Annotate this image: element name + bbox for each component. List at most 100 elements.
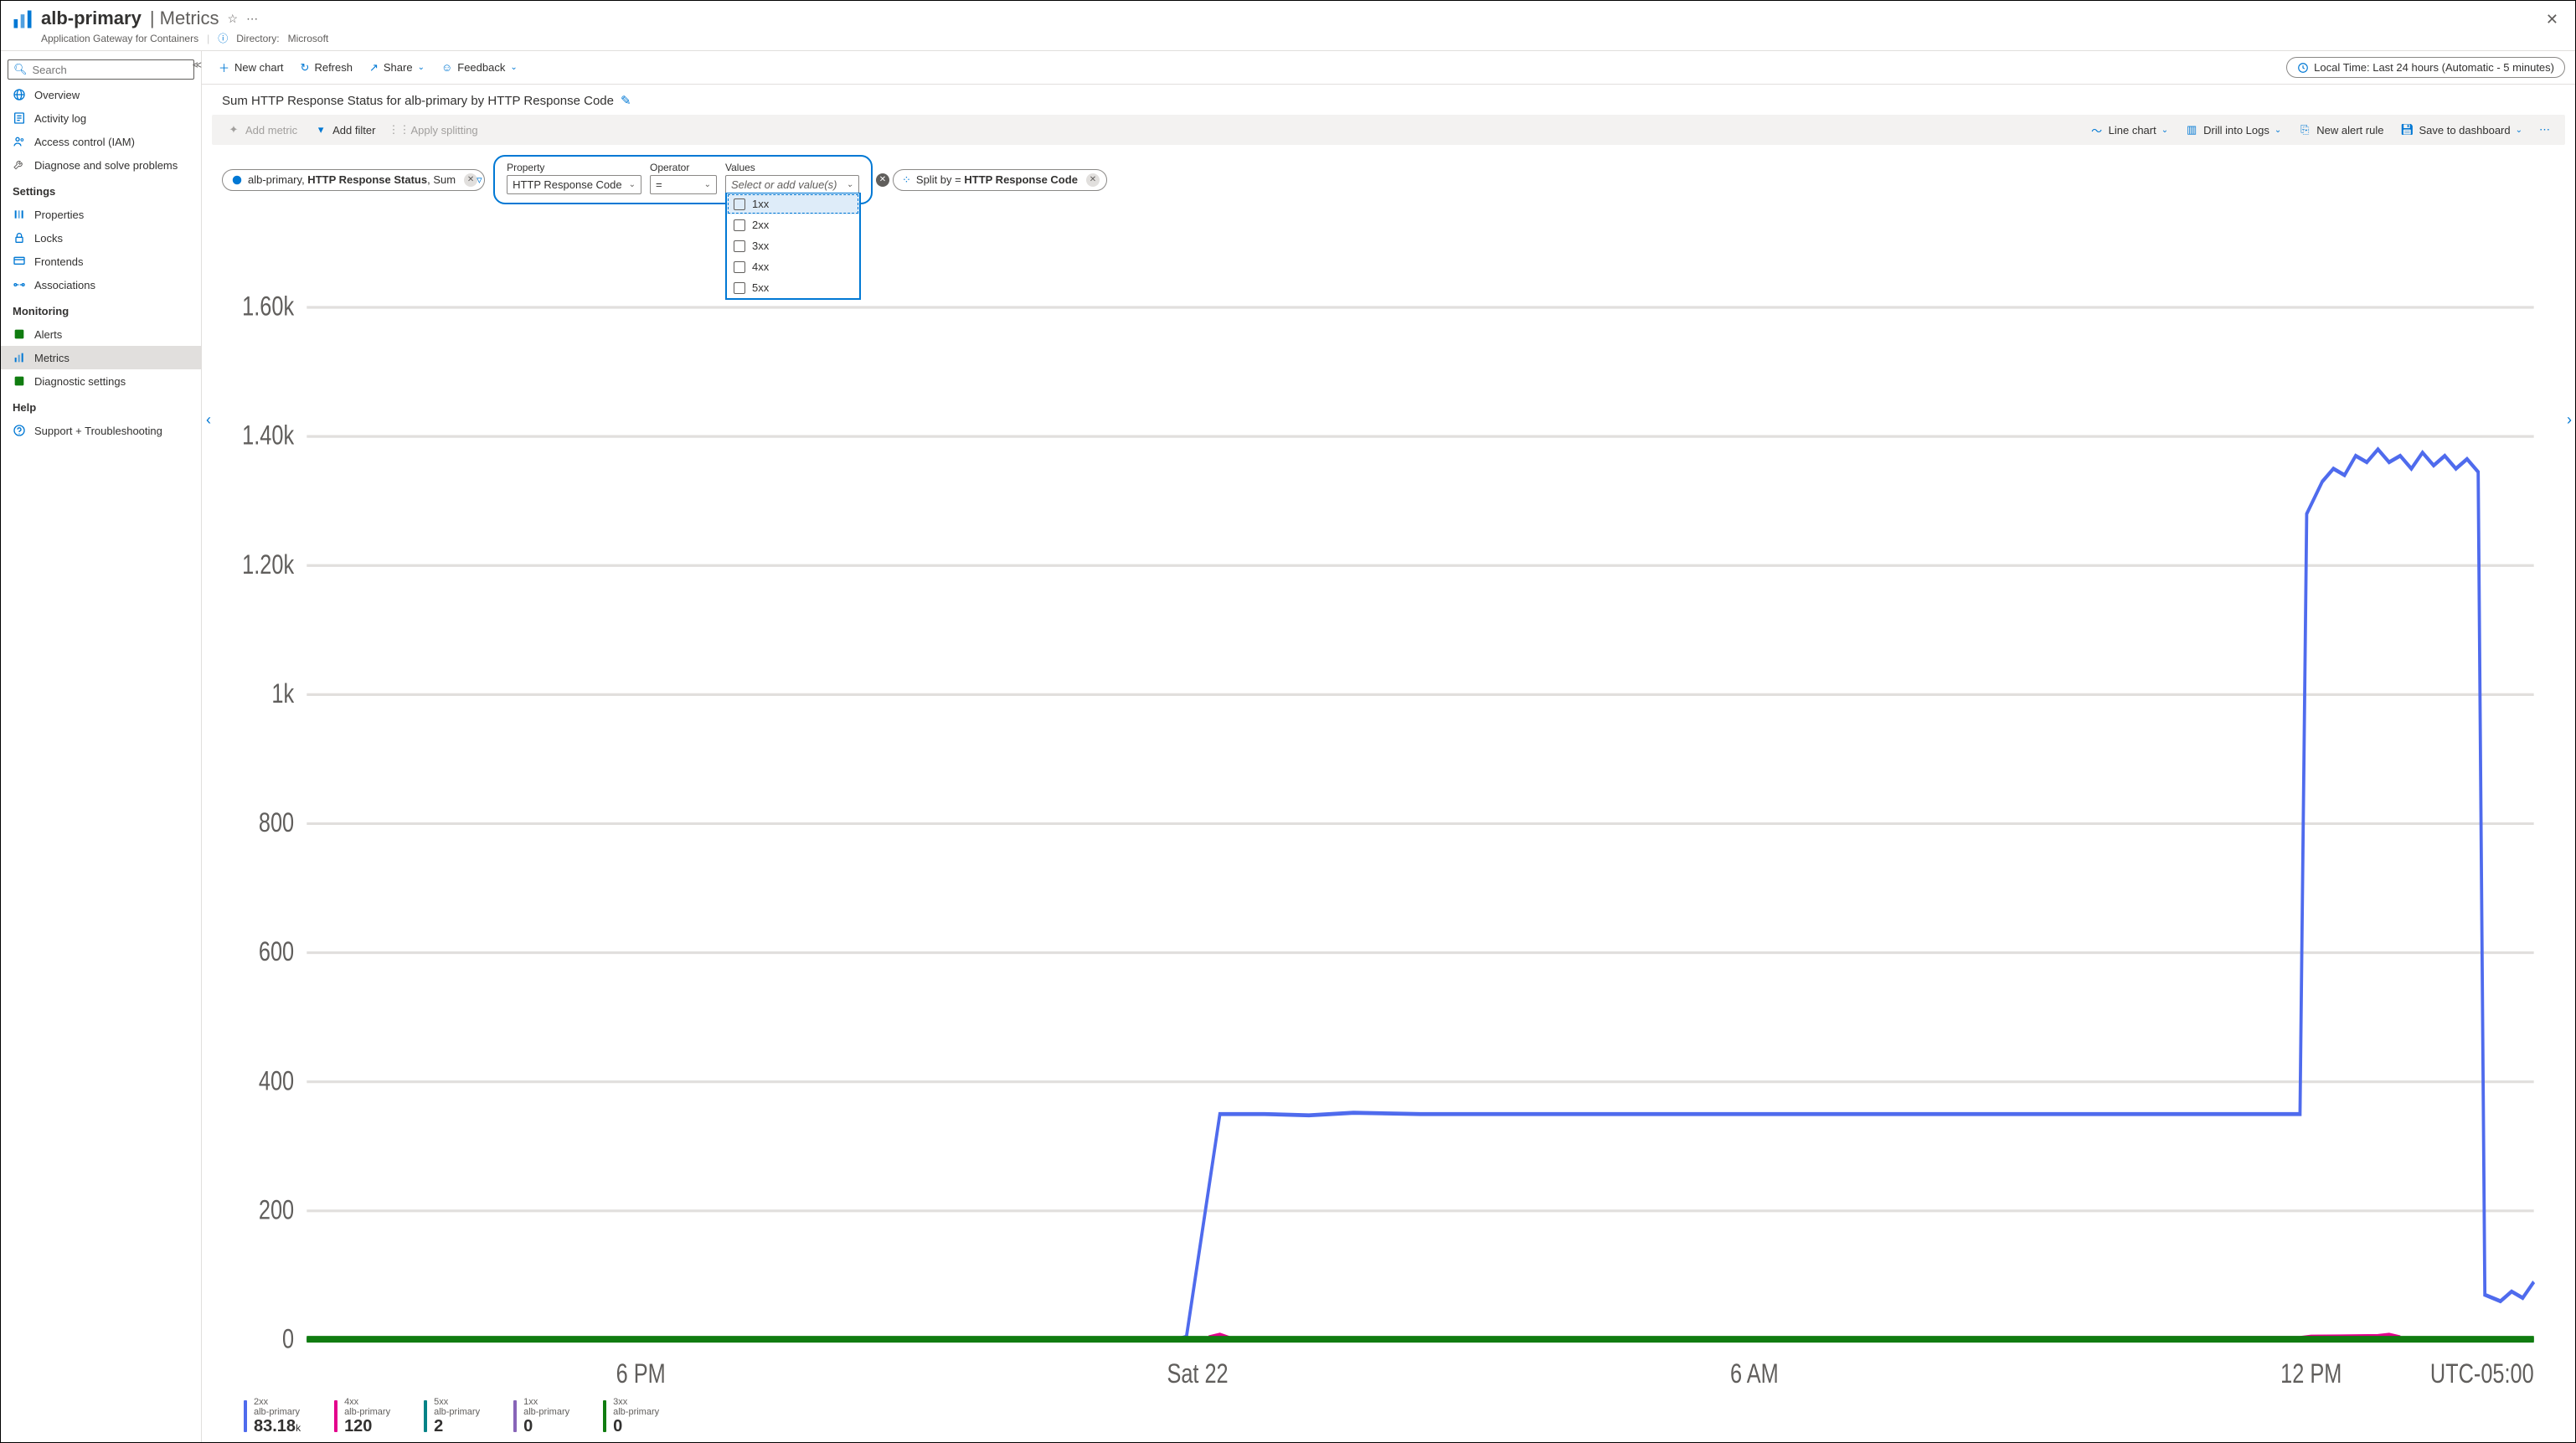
sidebar-item-frontends[interactable]: Frontends [1, 250, 201, 273]
filter-operator-select[interactable]: =⌄ [650, 175, 717, 194]
chevron-down-icon: ⌄ [847, 180, 853, 189]
share-button[interactable]: ↗Share⌄ [363, 58, 431, 78]
chevron-down-icon: ⌄ [418, 63, 425, 72]
favorite-star-icon[interactable]: ☆ [228, 12, 239, 26]
checkbox-icon [734, 282, 745, 294]
content-expand-chevron-icon[interactable]: › [2567, 411, 2572, 429]
metrics-resource-icon [11, 8, 34, 31]
nav-label: Diagnose and solve problems [34, 159, 178, 172]
chart-more-button[interactable]: ⋯ [2532, 120, 2557, 140]
option-label: 5xx [752, 281, 769, 294]
legend-value: 83.18k [254, 1417, 301, 1435]
section-monitoring: Monitoring [1, 296, 201, 322]
nav-label: Associations [34, 279, 95, 291]
add-filter-button[interactable]: ▾Add filter [307, 120, 382, 140]
remove-filter-icon[interactable]: ✕ [876, 173, 889, 187]
filter-values-select[interactable]: Select or add value(s)⌄ [725, 175, 859, 194]
resource-type: Application Gateway for Containers [41, 33, 198, 44]
drill-logs-button[interactable]: ▥Drill into Logs⌄ [2178, 120, 2288, 140]
sidebar-search[interactable]: 🔍︎ [8, 59, 194, 80]
chart-toolbar: ✦Add metric ▾Add filter ⋮⋮Apply splittin… [212, 115, 2565, 145]
ellipsis-icon: ⋯ [2539, 123, 2550, 137]
add-metric-button[interactable]: ✦Add metric [220, 120, 304, 140]
remove-metric-icon[interactable]: ✕ [464, 173, 477, 187]
chevron-down-icon: ⌄ [2161, 126, 2168, 135]
filter-value-option-2xx[interactable]: 2xx [727, 214, 859, 235]
refresh-button[interactable]: ↻Refresh [294, 58, 359, 78]
info-icon[interactable]: ⓘ [218, 31, 228, 45]
save-dashboard-button[interactable]: 💾︎Save to dashboard⌄ [2393, 120, 2529, 140]
chart-type-button[interactable]: 〜Line chart⌄ [2084, 120, 2175, 140]
sidebar-item-support-troubleshooting[interactable]: Support + Troubleshooting [1, 419, 201, 442]
close-blade-icon[interactable]: ✕ [2539, 8, 2565, 32]
header-more-icon[interactable]: ⋯ [246, 12, 258, 26]
sidebar-item-metrics[interactable]: Metrics [1, 346, 201, 369]
legend-item-5xx[interactable]: 5xxalb-primary2 [424, 1397, 480, 1435]
new-alert-button[interactable]: ⎘New alert rule [2291, 120, 2390, 140]
alert-icon: ⎘ [2298, 123, 2311, 137]
svg-text:600: 600 [259, 937, 294, 966]
new-chart-button[interactable]: ＋New chart [212, 56, 291, 79]
resource-icon [231, 174, 243, 186]
globe-icon [13, 88, 26, 101]
sidebar-item-alerts[interactable]: Alerts [1, 322, 201, 346]
sidebar-collapse-icon[interactable]: ≪ [192, 59, 202, 70]
sidebar-item-activity-log[interactable]: Activity log [1, 106, 201, 130]
option-label: 1xx [752, 198, 769, 210]
checkbox-icon [734, 219, 745, 231]
split-pill[interactable]: ⁘ Split by = HTTP Response Code ✕ [893, 169, 1107, 191]
sidebar-item-overview[interactable]: Overview [1, 83, 201, 106]
legend-item-4xx[interactable]: 4xxalb-primary120 [334, 1397, 390, 1435]
directory-label: Directory: [236, 33, 279, 44]
add-metric-icon: ✦ [227, 123, 240, 137]
scatter-icon: ⁘ [902, 173, 911, 187]
svg-text:200: 200 [259, 1196, 294, 1225]
funnel-icon: ▿ [477, 173, 482, 187]
filter-value-option-3xx[interactable]: 3xx [727, 235, 859, 256]
chart-plot-area[interactable]: 02004006008001k1.20k1.40k1.60k6 PMSat 22… [222, 216, 2555, 1394]
sidebar-item-locks[interactable]: Locks [1, 226, 201, 250]
props-icon [13, 208, 26, 221]
checkbox-icon [734, 198, 745, 210]
diag-icon [13, 374, 26, 388]
filter-value-option-1xx[interactable]: 1xx [727, 193, 859, 214]
line-chart-icon: 〜 [2090, 123, 2104, 137]
clock-icon [2297, 62, 2309, 74]
filter-value-option-5xx[interactable]: 5xx [727, 277, 859, 298]
legend-resource: alb-primary [523, 1407, 569, 1417]
legend-value: 2 [434, 1417, 480, 1435]
search-input[interactable] [33, 64, 188, 76]
sidebar-item-diagnose-and-solve-problems[interactable]: Diagnose and solve problems [1, 153, 201, 177]
blade-header: alb-primary | Metrics ☆ ⋯ Application Ga… [1, 1, 2575, 51]
svg-text:UTC-05:00: UTC-05:00 [2430, 1359, 2534, 1389]
sidebar-item-associations[interactable]: Associations [1, 273, 201, 296]
metric-pill[interactable]: alb-primary, HTTP Response Status, Sum ✕ [222, 169, 485, 191]
filter-value-option-4xx[interactable]: 4xx [727, 256, 859, 277]
frontends-icon [13, 255, 26, 268]
filter-panel: ▿ Property HTTP Response Code⌄ Operator … [493, 155, 873, 204]
legend-color-swatch [603, 1400, 606, 1432]
filter-values-dropdown: 1xx 2xx3xx4xx 5xx [725, 193, 861, 300]
time-range-picker[interactable]: Local Time: Last 24 hours (Automatic - 5… [2286, 57, 2565, 78]
legend-series-name: 1xx [523, 1397, 569, 1407]
legend-value: 0 [523, 1417, 569, 1435]
sidebar-item-diagnostic-settings[interactable]: Diagnostic settings [1, 369, 201, 393]
logs-icon: ▥ [2185, 123, 2198, 137]
filter-property-select[interactable]: HTTP Response Code⌄ [507, 175, 641, 194]
legend-resource: alb-primary [254, 1407, 301, 1417]
svg-text:6 PM: 6 PM [616, 1359, 666, 1389]
legend-item-2xx[interactable]: 2xxalb-primary83.18k [244, 1397, 301, 1435]
remove-split-icon[interactable]: ✕ [1086, 173, 1100, 187]
nav-label: Alerts [34, 328, 62, 341]
legend-item-3xx[interactable]: 3xxalb-primary0 [603, 1397, 659, 1435]
legend-item-1xx[interactable]: 1xxalb-primary0 [513, 1397, 569, 1435]
alerts-icon [13, 327, 26, 341]
sidebar-item-access-control-iam-[interactable]: Access control (IAM) [1, 130, 201, 153]
apply-splitting-button[interactable]: ⋮⋮Apply splitting [385, 120, 484, 140]
legend-color-swatch [244, 1400, 247, 1432]
sidebar-item-properties[interactable]: Properties [1, 203, 201, 226]
nav-label: Access control (IAM) [34, 136, 135, 148]
edit-title-icon[interactable]: ✎ [621, 93, 631, 108]
support-icon [13, 424, 26, 437]
feedback-button[interactable]: ☺Feedback⌄ [435, 58, 524, 77]
